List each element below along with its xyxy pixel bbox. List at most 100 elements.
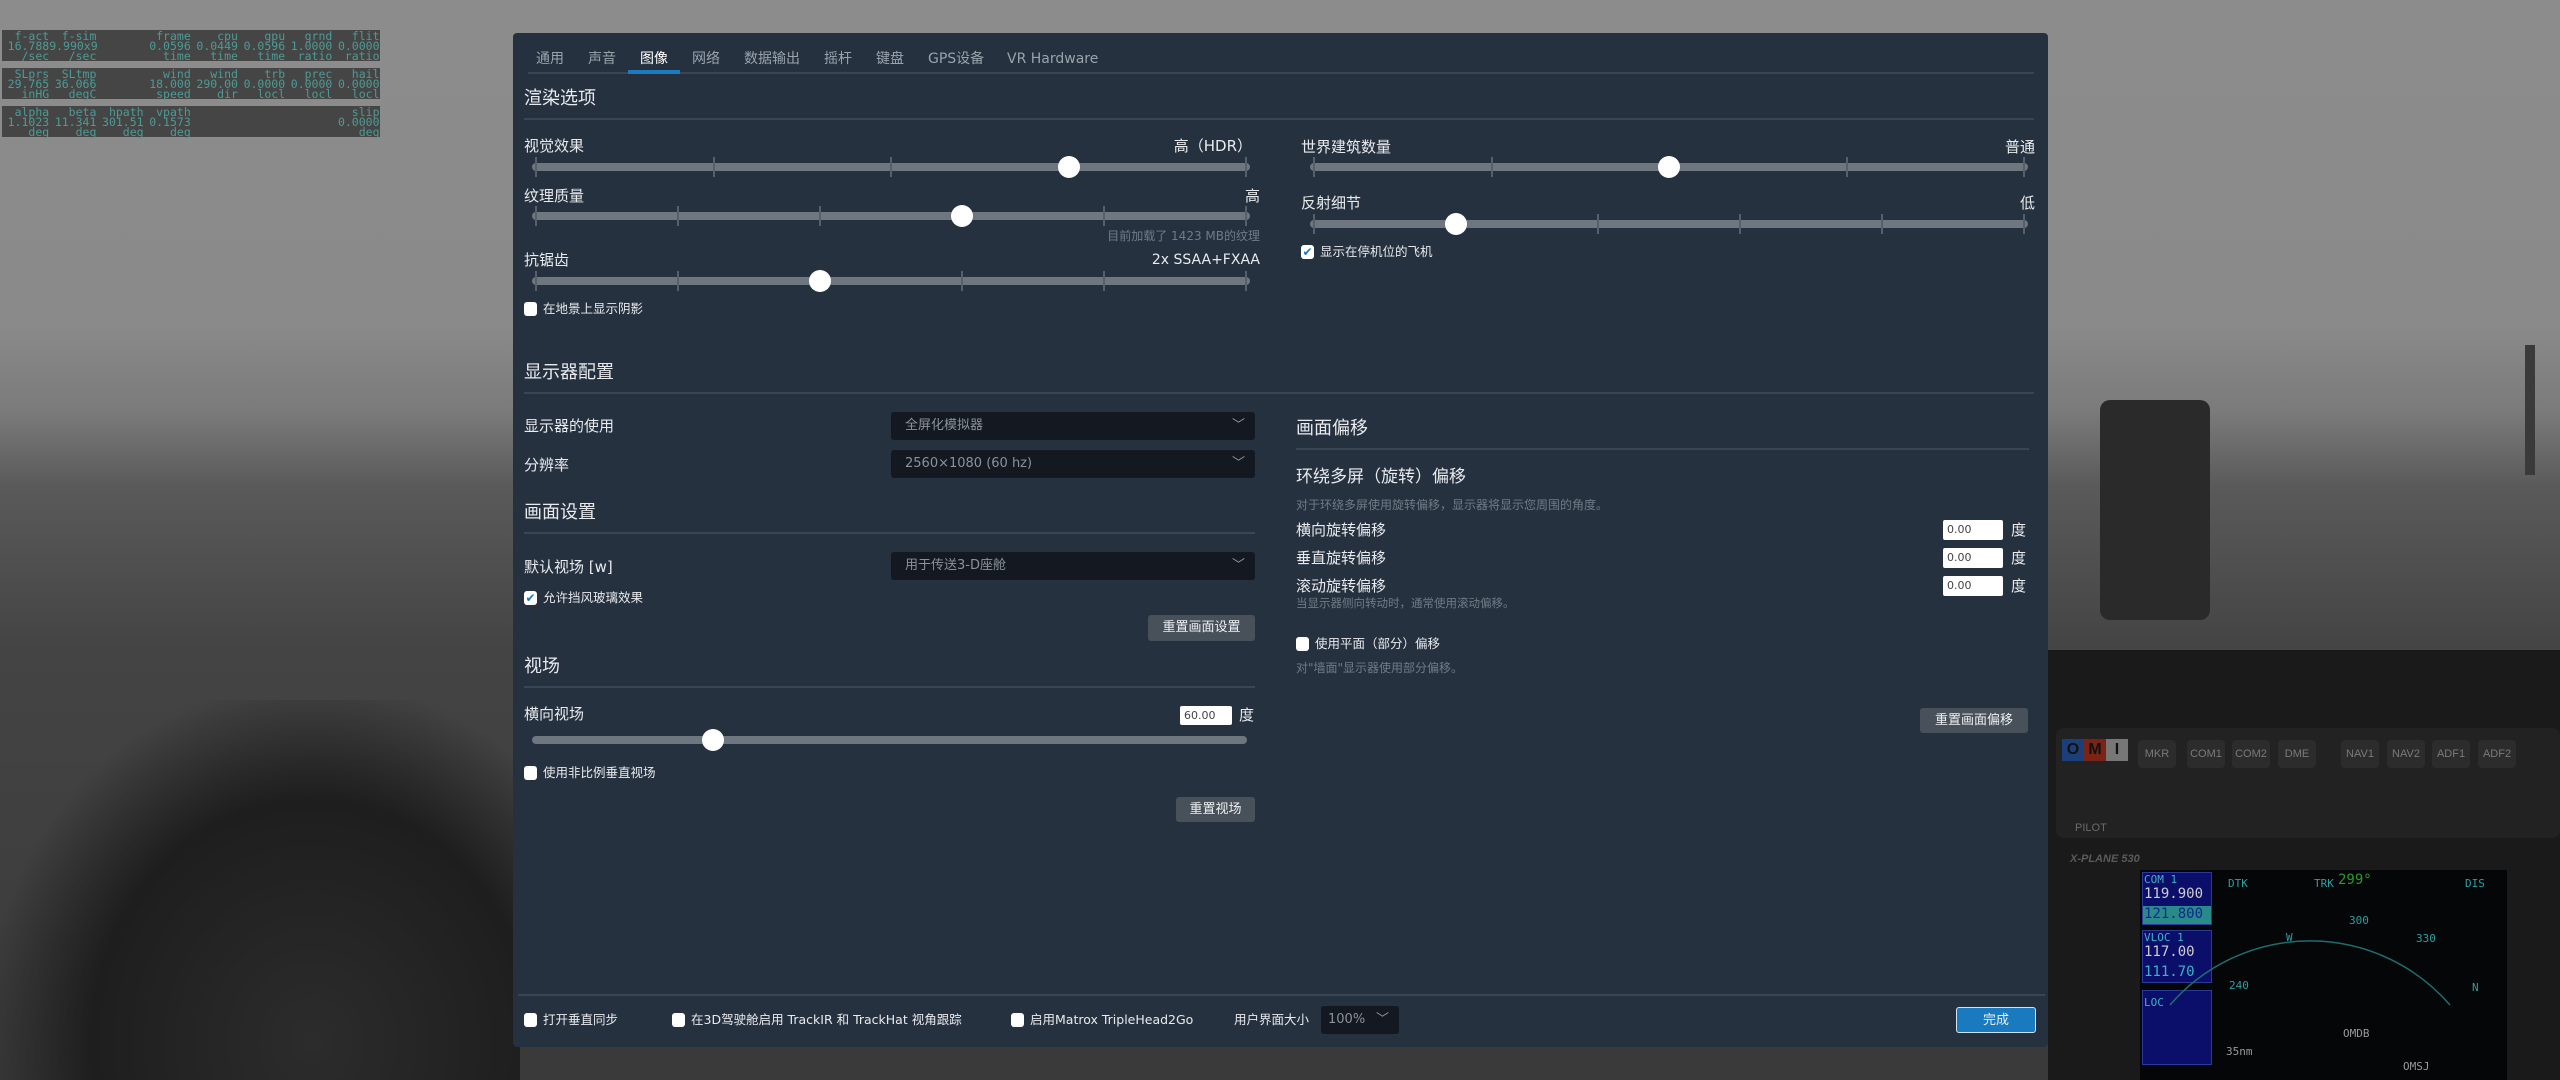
slider-tick — [535, 157, 537, 177]
view-settings-title: 画面设置 — [524, 502, 596, 523]
ui-size-dropdown[interactable]: 100% ﹀ — [1321, 1006, 1399, 1034]
marker-i-icon: I — [2106, 739, 2128, 761]
overlay-cell — [285, 107, 332, 117]
slider-track[interactable] — [1310, 220, 2028, 228]
tab-bar-divider — [528, 72, 2034, 74]
slider-tick — [1245, 271, 1247, 291]
vsync-checkbox[interactable] — [524, 1013, 537, 1027]
slider-knob[interactable] — [1445, 213, 1467, 235]
slider-track[interactable] — [532, 277, 1250, 285]
planar-offset-checkbox-label: 使用平面（部分）偏移 — [1315, 636, 1441, 651]
slider-tick — [890, 157, 892, 177]
overlay-row: 1.1023 11.341 301.51 0.1573 0.0000 — [2, 116, 380, 128]
audio-nav1-button[interactable]: NAV1 — [2341, 740, 2379, 768]
magnetic-compass — [2100, 400, 2210, 620]
chevron-down-icon: ﹀ — [1231, 558, 1245, 573]
slider-knob[interactable] — [1658, 156, 1680, 178]
audio-nav2-button[interactable]: NAV2 — [2387, 740, 2425, 768]
horizontal-fov-input[interactable]: 60.00 — [1180, 706, 1232, 725]
overlay-cell: time — [163, 49, 191, 63]
shadows-checkbox-label: 在地景上显示阴影 — [543, 301, 644, 316]
gps-hdg-n: N — [2472, 981, 2479, 994]
done-button[interactable]: 完成 — [1956, 1007, 2036, 1033]
texture-memory-note: 目前加载了 1423 MB的纹理 — [1107, 229, 1260, 243]
planar-offset-checkbox[interactable] — [1296, 637, 1309, 651]
nonproportional-fov-checkbox[interactable] — [524, 766, 537, 780]
texture-quality-slider[interactable] — [532, 205, 1250, 227]
reset-view-settings-button[interactable]: 重置画面设置 — [1148, 615, 1255, 641]
reset-view-offset-button[interactable]: 重置画面偏移 — [1920, 708, 2028, 733]
audio-adf2-button[interactable]: ADF2 — [2478, 740, 2516, 768]
ui-size-label: 用户界面大小 — [1234, 1012, 1310, 1027]
visual-effects-label: 视觉效果 — [524, 137, 585, 155]
render-divider — [524, 118, 2034, 120]
horizontal-fov-slider[interactable] — [532, 729, 1247, 751]
monitor-config-title: 显示器配置 — [524, 362, 614, 383]
slider-knob[interactable] — [1057, 156, 1080, 178]
visual-effects-value: 高（HDR） — [1173, 137, 1252, 155]
chevron-down-icon: ﹀ — [1375, 1012, 1389, 1027]
reflection-detail-slider[interactable] — [1310, 213, 2028, 235]
overlay-cell — [238, 117, 285, 127]
lateral-offset-input[interactable]: 0.00 — [1943, 520, 2003, 540]
world-objects-value: 普通 — [2004, 138, 2035, 156]
vertical-offset-input[interactable]: 0.00 — [1943, 548, 2003, 568]
audio-dme-button[interactable]: DME — [2278, 740, 2316, 768]
world-objects-slider[interactable] — [1310, 156, 2028, 178]
audio-com2-button[interactable]: COM2 — [2232, 740, 2270, 768]
tab-3[interactable]: 网络 — [692, 49, 720, 69]
resolution-dropdown[interactable]: 2560×1080 (60 hz) ﹀ — [891, 450, 1255, 478]
overlay-cell — [96, 51, 143, 61]
settings-dialog — [513, 33, 2048, 1047]
slider-tick — [1245, 206, 1247, 226]
overlay-row: inHG degC speed dir locl locl locl — [2, 87, 380, 101]
slider-knob[interactable] — [951, 205, 973, 227]
slider-knob[interactable] — [809, 270, 831, 292]
overlay-cell: locl — [304, 87, 333, 101]
antialiasing-slider[interactable] — [532, 270, 1250, 292]
roll-offset-unit: 度 — [2011, 577, 2027, 595]
pilot-label: PILOT — [2075, 822, 2107, 834]
reset-fov-button[interactable]: 重置视场 — [1176, 797, 1255, 822]
windshield-checkbox[interactable]: ✔ — [524, 591, 537, 605]
tab-4[interactable]: 数据输出 — [744, 49, 800, 69]
slider-knob[interactable] — [701, 729, 724, 751]
slider-tick — [1313, 157, 1315, 177]
monitor-usage-label: 显示器的使用 — [524, 417, 615, 435]
parked-aircraft-checkbox[interactable]: ✔ — [1301, 245, 1314, 259]
default-view-label: 默认视场 [w] — [524, 558, 613, 576]
shadows-checkbox[interactable] — [524, 302, 537, 316]
tab-0[interactable]: 通用 — [536, 49, 564, 69]
world-objects-label: 世界建筑数量 — [1301, 138, 1392, 156]
monitor-usage-dropdown[interactable]: 全屏化模拟器 ﹀ — [891, 412, 1255, 440]
slider-track[interactable] — [532, 212, 1250, 220]
gps-brand: X-PLANE 530 — [2070, 853, 2140, 865]
matrox-checkbox[interactable] — [1011, 1013, 1024, 1027]
slider-track[interactable] — [532, 736, 1247, 744]
slider-tick — [2023, 157, 2025, 177]
tab-6[interactable]: 键盘 — [876, 49, 904, 69]
tab-8[interactable]: VR Hardware — [1007, 49, 1098, 69]
tab-7[interactable]: GPS设备 — [928, 49, 984, 69]
tab-5[interactable]: 摇杆 — [824, 49, 852, 69]
overlay-cell — [238, 107, 285, 117]
overlay-cell: degC — [68, 87, 97, 101]
lateral-offset-label: 横向旋转偏移 — [1296, 521, 1387, 539]
roll-offset-input[interactable]: 0.00 — [1943, 576, 2003, 596]
trackir-checkbox[interactable] — [672, 1013, 685, 1027]
overlay-cell — [96, 31, 143, 41]
overlay-cell: deg — [75, 125, 97, 139]
active-tab-indicator — [628, 70, 680, 74]
audio-com1-button[interactable]: COM1 — [2187, 740, 2225, 768]
gps-waypoint-omdb: OMDB — [2343, 1027, 2370, 1040]
audio-adf1-button[interactable]: ADF1 — [2432, 740, 2470, 768]
audio-mkr-button[interactable]: MKR — [2138, 740, 2176, 768]
visual-effects-slider[interactable] — [532, 156, 1250, 178]
tab-2[interactable]: 图像 — [640, 49, 668, 69]
overlay-cell: speed — [156, 87, 191, 101]
slider-tick — [1490, 157, 1493, 177]
default-view-dropdown[interactable]: 用于传送3-D座舱 ﹀ — [891, 552, 1255, 580]
tab-1[interactable]: 声音 — [588, 49, 616, 69]
gps-hdg-300: 300 — [2349, 914, 2369, 927]
overlay-box: f-act f-sim frame cpu gpu grnd flit 16.788 9.990… — [2, 30, 380, 63]
